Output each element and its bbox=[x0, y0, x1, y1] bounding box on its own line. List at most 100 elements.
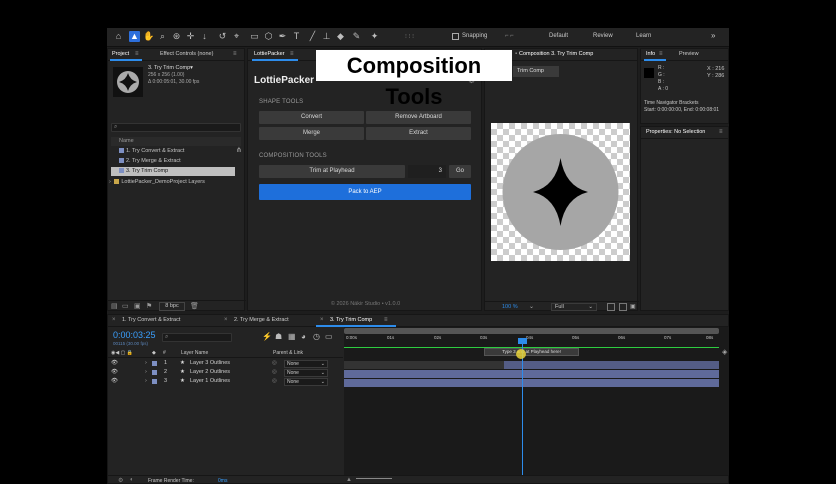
snap-options-icon[interactable]: ⌐ ⌐ bbox=[505, 33, 514, 39]
project-menu-icon[interactable]: ≡ bbox=[135, 51, 139, 57]
new-folder-icon[interactable]: ▭ bbox=[122, 302, 129, 310]
layer-bar-2[interactable] bbox=[344, 370, 719, 378]
tab-effect-controls[interactable]: Effect Controls (none) bbox=[160, 51, 213, 57]
close-icon[interactable]: × bbox=[320, 317, 324, 323]
layer-color-label[interactable] bbox=[152, 361, 157, 366]
info-menu-icon[interactable]: ≡ bbox=[659, 51, 663, 57]
layer-bar-3[interactable] bbox=[344, 379, 719, 387]
workspace-more-icon[interactable]: » bbox=[711, 31, 715, 40]
comp-subtab[interactable]: Trim Comp bbox=[513, 66, 559, 77]
shape-3d-icon[interactable]: ⬡ bbox=[263, 31, 274, 42]
flow-icon[interactable]: ⚑ bbox=[146, 302, 152, 310]
layer-color-label[interactable] bbox=[152, 370, 157, 375]
trim-at-playhead-button[interactable]: Trim at Playhead bbox=[259, 165, 405, 178]
timeline-tab-2[interactable]: 2. Try Merge & Extract bbox=[234, 317, 289, 323]
new-composition-icon[interactable]: ▣ bbox=[134, 302, 141, 310]
zoom-out-icon[interactable]: ▲ bbox=[346, 477, 352, 483]
timeline-tab-1[interactable]: 1. Try Convert & Extract bbox=[122, 317, 180, 323]
draft-3d-icon[interactable]: ⚡ bbox=[262, 332, 272, 341]
workspace-default[interactable]: Default bbox=[549, 33, 568, 39]
bpc-button[interactable]: 8 bpc bbox=[159, 302, 185, 311]
frame-blend-icon[interactable]: ▦ bbox=[288, 332, 296, 341]
pick-whip-icon[interactable]: ◎ bbox=[272, 368, 277, 377]
hand-tool-icon[interactable]: ✋ bbox=[143, 31, 154, 42]
toggle-switches-icon[interactable]: ⚙ bbox=[118, 477, 123, 484]
lottiepacker-menu-icon[interactable]: ≡ bbox=[290, 51, 294, 57]
time-ruler[interactable]: 0:00s 01s 02s 03s 04s 05s 06s 07s 08s bbox=[344, 335, 719, 347]
snapping-checkbox[interactable] bbox=[452, 33, 459, 40]
tab-lottiepacker[interactable]: LottiePacker bbox=[254, 51, 285, 57]
layer-name[interactable]: Layer 3 Outlines bbox=[190, 359, 230, 368]
orbit-tool-icon[interactable]: ⊛ bbox=[171, 31, 182, 42]
pen-tool-icon[interactable]: ✒ bbox=[277, 31, 288, 42]
chevron-down-icon[interactable]: ⌄ bbox=[529, 303, 534, 310]
pack-to-aep-button[interactable]: Pack to AEP bbox=[259, 184, 471, 200]
layer-name[interactable]: Layer 1 Outlines bbox=[190, 377, 230, 386]
layer-name[interactable]: Layer 2 Outlines bbox=[190, 368, 230, 377]
puppet-pin-icon[interactable]: ✦ bbox=[369, 31, 380, 42]
playhead-line[interactable] bbox=[522, 341, 523, 475]
eye-icon[interactable]: 👁 bbox=[111, 359, 118, 368]
flowchart-icon[interactable]: ⋔ bbox=[236, 146, 242, 154]
comp-marker-icon[interactable]: ◈ bbox=[722, 348, 727, 356]
parent-select[interactable]: None ⌄ bbox=[284, 378, 328, 386]
comment-icon[interactable]: ▭ bbox=[325, 332, 333, 341]
motion-blur-icon[interactable]: ◕ bbox=[301, 332, 306, 341]
go-button[interactable]: Go bbox=[449, 165, 471, 178]
eye-icon[interactable]: 👁 bbox=[111, 377, 118, 386]
zoom-level[interactable]: 100 % bbox=[502, 304, 518, 310]
home-icon[interactable]: ⌂ bbox=[113, 31, 124, 42]
layer-row-3[interactable]: 👁 › 3 ★ Layer 1 Outlines ◎ None ⌄ bbox=[108, 377, 343, 386]
project-item-1[interactable]: 1. Try Convert & Extract bbox=[111, 147, 235, 156]
shy-icon[interactable]: ☗ bbox=[275, 332, 282, 341]
chevron-right-icon[interactable]: › bbox=[145, 368, 147, 377]
eye-icon[interactable]: 👁 bbox=[111, 368, 118, 377]
interpret-footage-icon[interactable]: ▤ bbox=[111, 302, 118, 310]
project-search-input[interactable]: ⌕ bbox=[111, 123, 241, 132]
layer-row-1[interactable]: 👁 › 1 ★ Layer 3 Outlines ◎ None ⌄ bbox=[108, 359, 343, 368]
eraser-tool-icon[interactable]: ◆ bbox=[335, 31, 346, 42]
brush-tool-icon[interactable]: ╱ bbox=[307, 31, 318, 42]
current-timecode[interactable]: 0:00:03:25 bbox=[113, 330, 156, 340]
parent-select[interactable]: None ⌄ bbox=[284, 360, 328, 368]
remove-artboard-button[interactable]: Remove Artboard bbox=[366, 111, 471, 124]
tab-composition[interactable]: Composition 3. Try Trim Comp bbox=[519, 51, 593, 57]
timeline-menu-icon[interactable]: ≡ bbox=[384, 317, 388, 323]
pick-whip-icon[interactable]: ◎ bbox=[272, 377, 277, 386]
rotate-tool-icon[interactable]: ↺ bbox=[217, 31, 228, 42]
composition-lock-icon[interactable]: ▪ bbox=[515, 51, 517, 57]
dolly-tool-icon[interactable]: ↓ bbox=[199, 31, 210, 42]
properties-menu-icon[interactable]: ≡ bbox=[719, 129, 723, 135]
tab-preview[interactable]: Preview bbox=[679, 51, 699, 57]
layer-row-2[interactable]: 👁 › 2 ★ Layer 2 Outlines ◎ None ⌄ bbox=[108, 368, 343, 377]
graph-editor-icon[interactable]: ◷ bbox=[313, 332, 320, 341]
effect-controls-menu-icon[interactable]: ≡ bbox=[233, 51, 237, 57]
trim-frame-input[interactable]: 3 bbox=[408, 165, 446, 178]
workspace-learn[interactable]: Learn bbox=[636, 33, 651, 39]
zoom-tool-icon[interactable]: ⌕ bbox=[157, 31, 168, 42]
trash-icon[interactable]: 🗑 bbox=[190, 302, 199, 310]
playhead-handle[interactable] bbox=[518, 338, 527, 344]
selection-tool-icon[interactable]: ▲ bbox=[129, 31, 140, 42]
zoom-slider[interactable] bbox=[356, 478, 392, 481]
transparency-grid-icon[interactable] bbox=[619, 303, 627, 311]
tab-info[interactable]: Info bbox=[646, 51, 655, 57]
project-folder-item[interactable]: › LottiePacker_DemoProject Layers bbox=[109, 178, 243, 187]
close-icon[interactable]: × bbox=[112, 317, 116, 323]
parent-select[interactable]: None ⌄ bbox=[284, 369, 328, 377]
resolution-select[interactable]: Full ⌄ bbox=[551, 303, 597, 311]
layer-color-label[interactable] bbox=[152, 379, 157, 384]
timeline-tab-3[interactable]: 3. Try Trim Comp bbox=[330, 317, 372, 323]
workspace-review[interactable]: Review bbox=[593, 33, 613, 39]
extract-button[interactable]: Extract bbox=[366, 127, 471, 140]
project-item-2[interactable]: 2. Try Merge & Extract bbox=[111, 157, 235, 166]
tab-project[interactable]: Project bbox=[112, 51, 129, 57]
work-area-bar[interactable] bbox=[344, 328, 719, 334]
composition-viewer[interactable] bbox=[491, 123, 630, 261]
project-item-3[interactable]: 3. Try Trim Comp bbox=[111, 167, 235, 176]
clone-stamp-icon[interactable]: ⊥ bbox=[321, 31, 332, 42]
anchor-tool-icon[interactable]: ⌖ bbox=[231, 31, 242, 42]
toggle-modes-icon[interactable]: ◐ bbox=[130, 477, 134, 483]
convert-button[interactable]: Convert bbox=[259, 111, 364, 124]
comp-name[interactable]: 3. Try Trim Comp▾ bbox=[148, 65, 193, 71]
